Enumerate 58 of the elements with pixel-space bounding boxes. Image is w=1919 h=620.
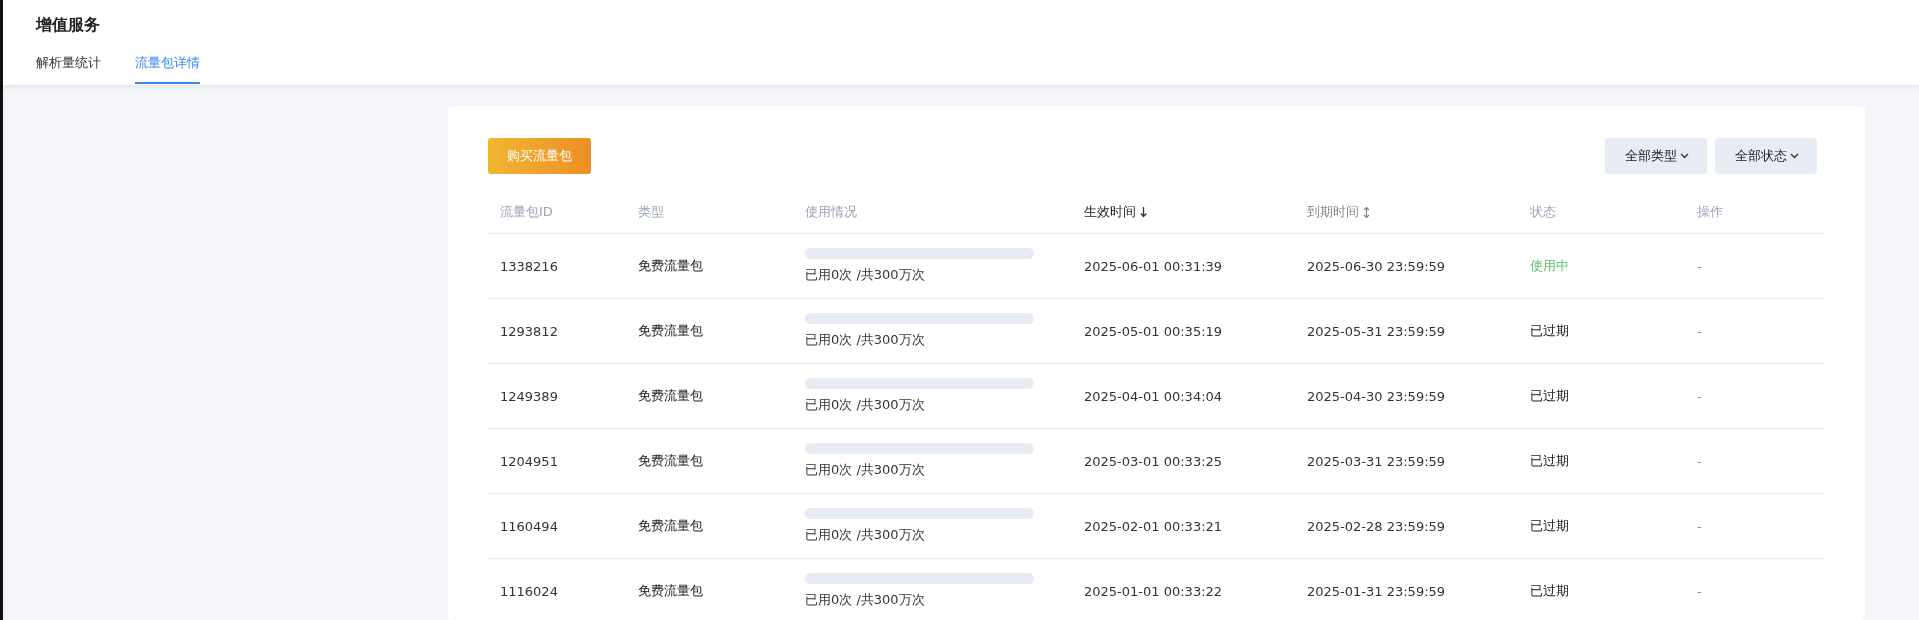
usage-text: 已用0次 /共300万次: [805, 526, 925, 544]
column-header: 类型: [638, 203, 664, 221]
table-cell: 1293812: [500, 323, 558, 339]
table-cell: 免费流量包: [638, 257, 703, 275]
table-cell: 2025-06-30 23:59:59: [1307, 258, 1446, 274]
filter-dropdown[interactable]: 全部状态: [1715, 138, 1817, 174]
column-header: 使用情况: [805, 203, 857, 221]
chevron-down-icon: [1790, 153, 1799, 159]
action-text: -: [1697, 258, 1702, 274]
action-text: -: [1697, 453, 1702, 469]
table-cell: 2025-01-01 00:33:22: [1084, 583, 1223, 599]
status-text: 已过期: [1530, 582, 1569, 600]
status-text: 已过期: [1530, 387, 1569, 405]
action-text: -: [1697, 388, 1702, 404]
table-cell: 2025-06-01 00:31:39: [1084, 258, 1223, 274]
table-cell: 1160494: [500, 518, 558, 534]
sort-icon[interactable]: [1363, 206, 1370, 218]
filter-dropdown[interactable]: 全部类型: [1605, 138, 1707, 174]
table-cell: 2025-05-01 00:35:19: [1084, 323, 1223, 339]
status-text: 已过期: [1530, 452, 1569, 470]
column-header: 操作: [1697, 203, 1723, 221]
status-text: 已过期: [1530, 517, 1569, 535]
sort-down-icon[interactable]: [1140, 206, 1147, 218]
action-text: -: [1697, 583, 1702, 599]
status-text: 已过期: [1530, 322, 1569, 340]
table-cell: 1338216: [500, 258, 558, 274]
table-cell: 2025-02-28 23:59:59: [1307, 518, 1446, 534]
column-header[interactable]: 到期时间: [1307, 203, 1359, 221]
table-cell: 免费流量包: [638, 517, 703, 535]
table-cell: 免费流量包: [638, 452, 703, 470]
column-header[interactable]: 生效时间: [1084, 203, 1136, 221]
usage-text: 已用0次 /共300万次: [805, 396, 925, 414]
table-cell: 2025-04-30 23:59:59: [1307, 388, 1446, 404]
page-title: 增值服务: [36, 14, 101, 36]
column-header: 状态: [1530, 203, 1556, 221]
usage-text: 已用0次 /共300万次: [805, 266, 925, 284]
tab[interactable]: 解析量统计: [36, 51, 101, 84]
usage-text: 已用0次 /共300万次: [805, 331, 925, 349]
usage-text: 已用0次 /共300万次: [805, 591, 925, 609]
table-cell: 2025-04-01 00:34:04: [1084, 388, 1223, 404]
table-cell: 免费流量包: [638, 387, 703, 405]
usage-text: 已用0次 /共300万次: [805, 461, 925, 479]
action-text: -: [1697, 518, 1702, 534]
table-cell: 2025-05-31 23:59:59: [1307, 323, 1446, 339]
table-cell: 1116024: [500, 583, 558, 599]
table-cell: 2025-03-31 23:59:59: [1307, 453, 1446, 469]
table-cell: 2025-03-01 00:33:25: [1084, 453, 1223, 469]
status-text: 使用中: [1530, 257, 1569, 275]
table-cell: 免费流量包: [638, 582, 703, 600]
table-cell: 1204951: [500, 453, 558, 469]
table-cell: 1249389: [500, 388, 558, 404]
table-cell: 免费流量包: [638, 322, 703, 340]
table-cell: 2025-02-01 00:33:21: [1084, 518, 1223, 534]
chevron-down-icon: [1680, 153, 1689, 159]
action-text: -: [1697, 323, 1702, 339]
tab[interactable]: 流量包详情: [135, 51, 200, 84]
column-header: 流量包ID: [500, 203, 553, 221]
table-cell: 2025-01-31 23:59:59: [1307, 583, 1446, 599]
